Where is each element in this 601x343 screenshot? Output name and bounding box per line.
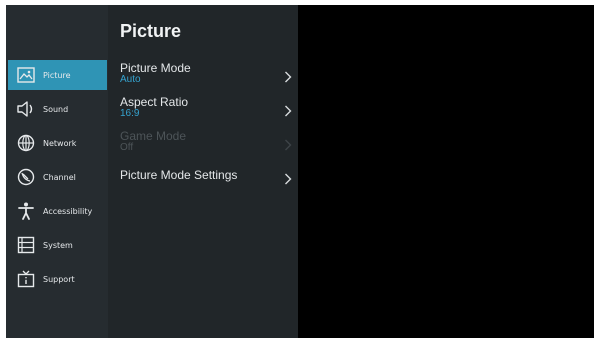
globe-icon — [15, 132, 37, 154]
sidebar-item-sound[interactable]: Sound — [8, 94, 107, 124]
row-value: Auto — [120, 74, 141, 85]
row-title: Picture Mode Settings — [120, 168, 238, 182]
row-title: Picture Mode — [120, 61, 191, 75]
sidebar-item-label: Picture — [43, 70, 71, 80]
settings-sidebar: Picture Sound Network Channel Accessibil… — [6, 5, 108, 338]
chevron-right-icon — [284, 102, 292, 121]
sidebar-item-network[interactable]: Network — [8, 128, 107, 158]
menu-row-aspect-ratio[interactable]: Aspect Ratio 16:9 — [108, 95, 298, 125]
menu-row-picture-mode-settings[interactable]: Picture Mode Settings — [108, 168, 298, 198]
accessibility-person-icon — [15, 200, 37, 222]
sidebar-item-system[interactable]: System — [8, 230, 107, 260]
speaker-icon — [15, 98, 37, 120]
menu-row-picture-mode[interactable]: Picture Mode Auto — [108, 61, 298, 91]
menu-row-game-mode: Game Mode Off — [108, 129, 298, 159]
sidebar-item-label: Network — [43, 138, 77, 148]
row-value: Off — [120, 142, 134, 153]
sidebar-item-label: Channel — [43, 172, 76, 182]
picture-settings-panel: Picture Picture Mode Auto Aspect Ratio 1… — [108, 5, 298, 338]
sidebar-item-channel[interactable]: Channel — [8, 162, 107, 192]
system-list-icon — [15, 234, 37, 256]
sidebar-item-accessibility[interactable]: Accessibility — [8, 196, 107, 226]
sidebar-item-label: Sound — [43, 104, 69, 114]
picture-icon — [15, 64, 37, 86]
sidebar-item-label: System — [43, 240, 73, 250]
page-title: Picture — [120, 21, 182, 41]
row-value: 16:9 — [120, 108, 140, 119]
row-title: Aspect Ratio — [120, 95, 189, 109]
chevron-right-icon — [284, 170, 292, 189]
sidebar-item-support[interactable]: Support — [8, 264, 107, 294]
sidebar-item-label: Accessibility — [43, 206, 93, 216]
sidebar-item-label: Support — [43, 274, 75, 284]
tv-support-icon — [15, 268, 37, 290]
tv-screen: Picture Sound Network Channel Accessibil… — [6, 5, 594, 338]
chevron-right-icon — [284, 68, 292, 87]
satellite-dish-icon — [15, 166, 37, 188]
sidebar-item-picture[interactable]: Picture — [8, 60, 107, 90]
chevron-right-icon — [284, 136, 292, 155]
row-title: Game Mode — [120, 129, 187, 143]
